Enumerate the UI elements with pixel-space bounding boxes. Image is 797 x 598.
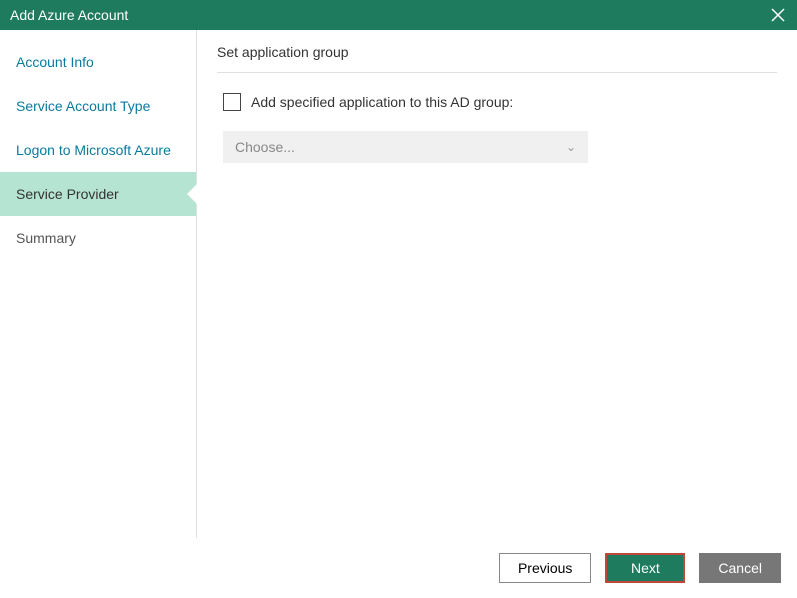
sidebar-item-service-account-type[interactable]: Service Account Type (0, 84, 196, 128)
checkbox-label: Add specified application to this AD gro… (251, 94, 513, 110)
previous-button[interactable]: Previous (499, 553, 591, 583)
dialog-body: Account Info Service Account Type Logon … (0, 30, 797, 538)
next-button[interactable]: Next (605, 553, 685, 583)
sidebar-item-label: Service Provider (16, 186, 119, 202)
sidebar-item-label: Logon to Microsoft Azure (16, 142, 171, 158)
sidebar-item-service-provider[interactable]: Service Provider (0, 172, 196, 216)
ad-group-select[interactable]: Choose... ⌄ (223, 131, 588, 163)
cancel-button[interactable]: Cancel (699, 553, 781, 583)
dialog-title: Add Azure Account (10, 7, 128, 23)
dialog-header: Add Azure Account (0, 0, 797, 30)
section-title: Set application group (217, 44, 777, 73)
chevron-down-icon: ⌄ (566, 140, 576, 154)
sidebar-item-logon-azure[interactable]: Logon to Microsoft Azure (0, 128, 196, 172)
sidebar-item-label: Service Account Type (16, 98, 150, 114)
sidebar-item-label: Summary (16, 230, 76, 246)
close-icon[interactable] (769, 6, 787, 24)
main-panel: Set application group Add specified appl… (197, 30, 797, 538)
select-placeholder: Choose... (235, 139, 295, 155)
sidebar-item-label: Account Info (16, 54, 94, 70)
add-to-ad-group-checkbox[interactable] (223, 93, 241, 111)
wizard-sidebar: Account Info Service Account Type Logon … (0, 30, 197, 538)
sidebar-item-summary[interactable]: Summary (0, 216, 196, 260)
checkbox-row: Add specified application to this AD gro… (217, 93, 777, 111)
sidebar-item-account-info[interactable]: Account Info (0, 40, 196, 84)
dialog-footer: Previous Next Cancel (0, 538, 797, 598)
